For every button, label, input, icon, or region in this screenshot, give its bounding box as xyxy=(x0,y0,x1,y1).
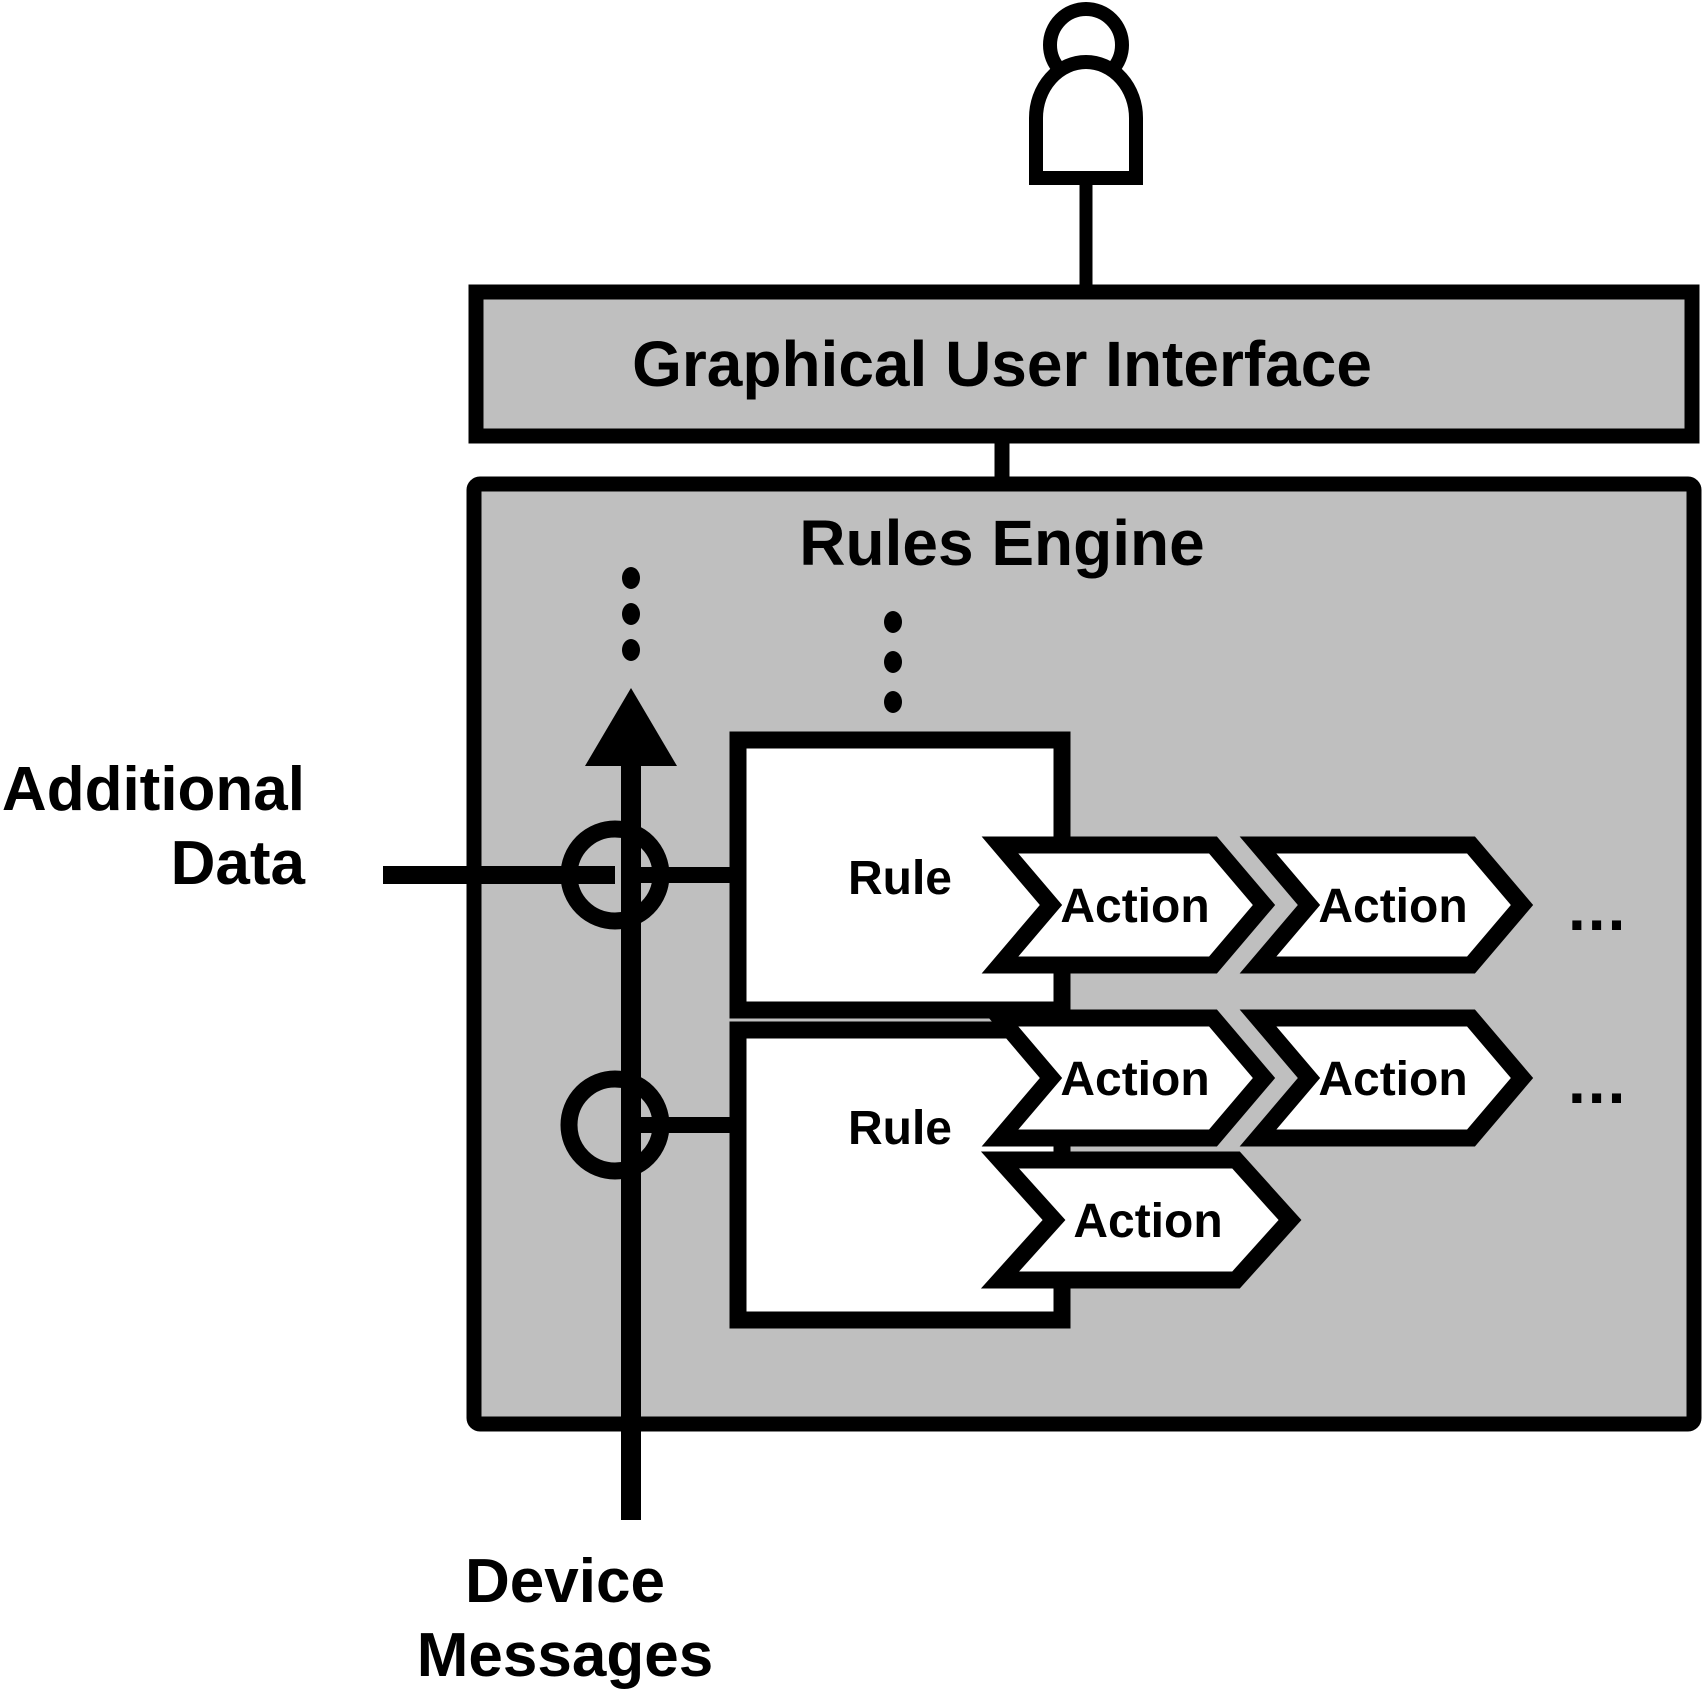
rule-1-action-1-label: Action xyxy=(1060,880,1209,933)
rules-vertical-ellipsis-icon xyxy=(884,611,902,713)
rule-2-row-1-action-2-label: Action xyxy=(1318,1053,1467,1106)
rules-engine-label: Rules Engine xyxy=(799,507,1204,579)
rule-2-row-1-more-ellipsis: ... xyxy=(1568,1045,1627,1117)
rules-engine-diagram: Graphical User Interface Rules Engine Ad… xyxy=(0,0,1706,1695)
actor-body-icon xyxy=(1029,55,1143,185)
rule-1-actions-more-ellipsis: ... xyxy=(1568,872,1627,944)
gui-box-label: Graphical User Interface xyxy=(632,328,1372,400)
additional-data-label-line1: Additional xyxy=(2,755,305,824)
device-messages-label-line2: Messages xyxy=(417,1621,713,1690)
bus-vertical-ellipsis-icon xyxy=(622,567,640,661)
rule-2-row-1-action-1-label: Action xyxy=(1060,1053,1209,1106)
rule-1-action-2-label: Action xyxy=(1318,880,1467,933)
rule-2-label: Rule xyxy=(848,1102,952,1155)
rule-2-row-2-action-1-label: Action xyxy=(1073,1195,1222,1248)
additional-data-label-line2: Data xyxy=(171,829,306,898)
rule-1-label: Rule xyxy=(848,852,952,905)
device-messages-label-line1: Device xyxy=(465,1547,665,1616)
rule-2-actions-row-2: Action xyxy=(980,1151,1302,1289)
gui-box: Graphical User Interface xyxy=(468,284,1700,444)
